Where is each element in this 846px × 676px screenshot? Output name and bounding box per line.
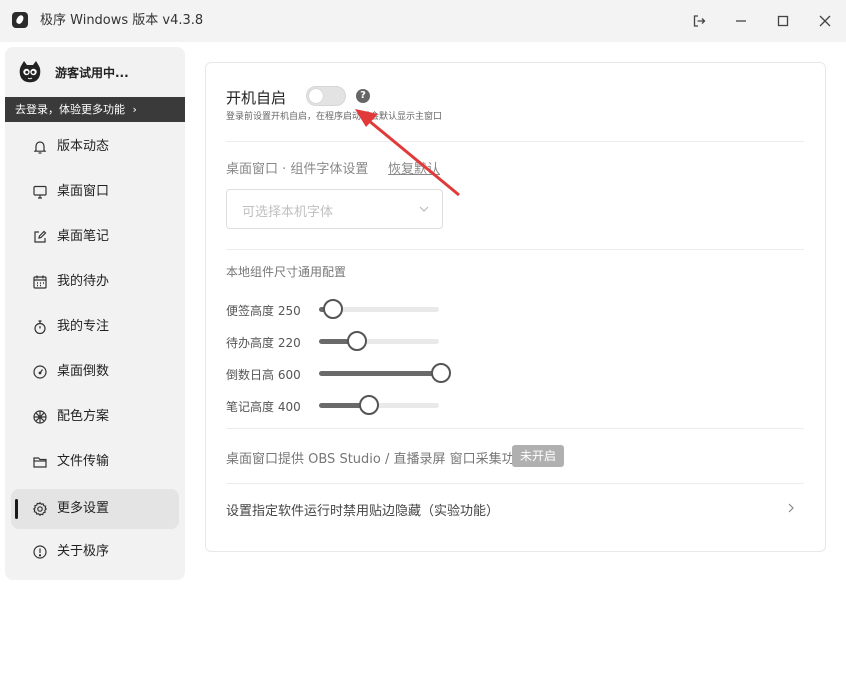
sidebar-item-more-settings[interactable]: 更多设置: [11, 489, 179, 529]
login-prompt-button[interactable]: 去登录，体验更多功能 ›: [5, 97, 185, 122]
chevron-down-icon: [419, 206, 429, 212]
chevron-right-icon: [788, 503, 794, 513]
font-select[interactable]: 可选择本机字体: [226, 189, 443, 229]
stopwatch-icon: [34, 320, 46, 335]
close-icon: [819, 15, 831, 27]
folder-icon: [33, 457, 47, 468]
divider: [226, 249, 804, 250]
user-name: 游客试用中...: [55, 66, 129, 80]
settings-panel: 开机自启 ? 登录前设置开机自启，在程序启动后会默认显示主窗口 桌面窗口 · 组…: [205, 62, 826, 552]
sidebar-item-label: 桌面倒数: [57, 364, 110, 379]
help-icon[interactable]: ?: [356, 89, 370, 103]
close-button[interactable]: [813, 9, 837, 33]
sidebar-item-label: 桌面笔记: [57, 229, 110, 244]
avatar-icon: [19, 61, 41, 83]
sidebar-item-label: 版本动态: [57, 139, 110, 154]
sidebar-item-label: 关于极序: [57, 544, 110, 559]
sidebar-item-desktop-window[interactable]: 桌面窗口: [11, 172, 179, 212]
slider-fill: [319, 371, 439, 376]
sidebar-item-focus[interactable]: 我的专注: [11, 307, 179, 347]
slider-label: 待办高度 220: [226, 336, 301, 350]
slider-knob[interactable]: [431, 363, 451, 383]
divider: [226, 141, 804, 142]
info-icon: [33, 545, 47, 559]
size-config-label: 本地组件尺寸通用配置: [226, 265, 347, 279]
sidebar-item-label: 更多设置: [57, 501, 110, 516]
edit-icon: [34, 230, 47, 243]
pin-exit-button[interactable]: [687, 9, 711, 33]
slider-knob[interactable]: [323, 299, 343, 319]
exit-icon: [693, 15, 706, 27]
slider-track[interactable]: [319, 339, 439, 344]
calendar-icon: [33, 275, 47, 289]
palette-icon: [33, 410, 47, 424]
sidebar-item-color-scheme[interactable]: 配色方案: [11, 397, 179, 437]
slider-track[interactable]: [319, 371, 439, 376]
obs-capture-label: 桌面窗口提供 OBS Studio / 直播录屏 窗口采集功能: [226, 452, 528, 467]
bell-icon: [33, 141, 47, 154]
sidebar-item-label: 桌面窗口: [57, 184, 110, 199]
autostart-note: 登录前设置开机自启，在程序启动后会默认显示主窗口: [226, 112, 443, 122]
sidebar-item-desktop-notes[interactable]: 桌面笔记: [11, 217, 179, 257]
sidebar: 游客试用中... 去登录，体验更多功能 › 版本动态 桌面窗口 桌面笔记 我的待…: [5, 47, 185, 580]
login-prompt-label: 去登录，体验更多功能: [15, 103, 125, 116]
sidebar-item-label: 文件传输: [57, 454, 110, 469]
slider-knob[interactable]: [347, 331, 367, 351]
sidebar-item-about[interactable]: 关于极序: [11, 532, 179, 572]
obs-status-badge[interactable]: 未开启: [512, 445, 565, 467]
sidebar-item-label: 配色方案: [57, 409, 110, 424]
sidebar-item-countdown[interactable]: 桌面倒数: [11, 352, 179, 392]
active-indicator: [15, 499, 18, 519]
minimize-button[interactable]: [729, 9, 753, 33]
sidebar-item-version-news[interactable]: 版本动态: [11, 127, 179, 167]
slider-knob[interactable]: [359, 395, 379, 415]
slider-track[interactable]: [319, 403, 439, 408]
title-bar: 极序 Windows 版本 v4.3.8: [0, 0, 846, 42]
font-select-placeholder: 可选择本机字体: [242, 205, 334, 220]
divider: [226, 483, 804, 484]
sidebar-item-file-transfer[interactable]: 文件传输: [11, 442, 179, 482]
slider-label: 倒数日高 600: [226, 368, 301, 382]
sidebar-item-todos[interactable]: 我的待办: [11, 262, 179, 302]
slider-label: 笔记高度 400: [226, 400, 301, 414]
disable-edge-hide-label: 设置指定软件运行时禁用贴边隐藏（实验功能）: [226, 504, 500, 519]
font-setting-label: 桌面窗口 · 组件字体设置: [226, 162, 369, 177]
autostart-title: 开机自启: [226, 89, 287, 107]
maximize-button[interactable]: [771, 9, 795, 33]
user-profile[interactable]: 游客试用中...: [5, 47, 185, 97]
monitor-icon: [33, 185, 47, 199]
minimize-icon: [736, 20, 746, 22]
maximize-icon: [777, 15, 789, 27]
divider: [226, 428, 804, 429]
gear-icon: [32, 501, 48, 517]
app-title: 极序 Windows 版本 v4.3.8: [40, 13, 204, 28]
disable-edge-hide-row[interactable]: 设置指定软件运行时禁用贴边隐藏（实验功能）: [206, 487, 825, 529]
autostart-toggle[interactable]: [306, 86, 346, 106]
app-logo-icon: [12, 12, 28, 28]
sidebar-item-label: 我的专注: [57, 319, 110, 334]
slider-label: 便签高度 250: [226, 304, 301, 318]
chevron-right-icon: ›: [132, 103, 137, 116]
gauge-icon: [33, 365, 47, 379]
sidebar-item-label: 我的待办: [57, 274, 110, 289]
reset-default-link[interactable]: 恢复默认: [388, 158, 440, 177]
